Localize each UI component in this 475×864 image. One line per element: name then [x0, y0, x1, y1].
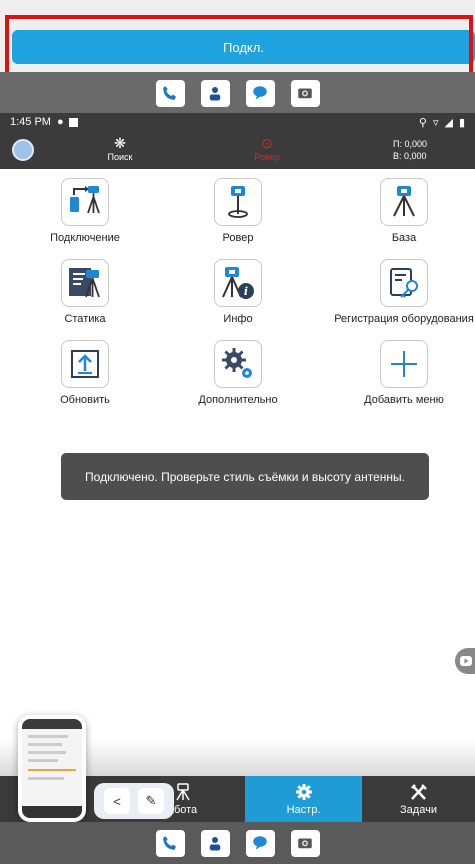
tile-label: Дополнительно	[198, 394, 278, 406]
status-time: 1:45 PM	[10, 116, 51, 128]
wifi-icon: ▿	[432, 116, 439, 129]
rover-icon	[214, 178, 262, 226]
contacts-icon[interactable]	[200, 829, 230, 857]
tile-label: Статика	[64, 313, 106, 325]
tools-icon	[410, 783, 427, 800]
toast-message: Подключено. Проверьте стиль съёмки и выс…	[61, 453, 429, 500]
nav-tasks[interactable]: Задачи	[362, 776, 475, 822]
svg-text:i: i	[244, 285, 248, 298]
status-bar: 1:45 PM ● ⚲ ▿ ◢ ▮	[0, 113, 475, 131]
camera-icon[interactable]	[290, 79, 320, 107]
connection-icon	[61, 178, 109, 226]
nav-tasks-label: Задачи	[400, 803, 437, 816]
precision-readout: П: 0,000 В: 0,000	[393, 138, 427, 162]
rover-status-label: Ровер	[254, 152, 280, 162]
base-icon	[380, 178, 428, 226]
battery-icon: ▮	[458, 116, 465, 129]
tile-rover[interactable]: Ровер	[168, 178, 308, 244]
tile-label: Ровер	[222, 232, 254, 244]
app-dock-top	[0, 72, 475, 114]
share-button[interactable]: <	[104, 788, 130, 814]
tile-update[interactable]: Обновить	[15, 340, 155, 406]
tile-add-menu[interactable]: Добавить меню	[334, 340, 474, 406]
tile-label: Добавить меню	[364, 394, 444, 406]
floating-side-handle[interactable]	[455, 648, 475, 674]
messages-icon[interactable]	[245, 829, 275, 857]
registration-icon	[380, 259, 428, 307]
nav-settings-label: Настр.	[286, 803, 321, 816]
tile-info[interactable]: i Инфо	[168, 259, 308, 325]
add-icon	[380, 340, 428, 388]
settings-more-icon	[214, 340, 262, 388]
share-icon: <	[113, 793, 121, 809]
tile-more[interactable]: Дополнительно	[168, 340, 308, 406]
tile-label: База	[391, 232, 417, 244]
info-icon: i	[214, 259, 262, 307]
screenshot-thumbnail[interactable]	[18, 715, 86, 822]
edit-button[interactable]: ✎	[138, 788, 164, 814]
screenshot-preview	[22, 719, 82, 818]
signal-icon: ◢	[444, 116, 453, 129]
survey-pole-icon	[175, 782, 190, 800]
target-icon: ⊙	[261, 135, 273, 151]
tile-connection[interactable]: Подключение	[15, 178, 155, 244]
phone-icon[interactable]	[155, 829, 185, 857]
app-dock-bottom	[0, 822, 475, 864]
search-button[interactable]: ❋ Поиск	[105, 135, 135, 162]
location-icon: ⚲	[418, 116, 427, 129]
square-notification-icon	[68, 117, 78, 127]
static-icon	[61, 259, 109, 307]
nav-settings[interactable]: Настр.	[245, 776, 362, 822]
tile-label: Инфо	[223, 313, 253, 325]
app-header: ❋ Поиск ⊙ Ровер П: 0,000 В: 0,000	[0, 131, 475, 169]
tile-label: Регистрация оборудования	[334, 313, 474, 325]
update-icon	[61, 340, 109, 388]
chat-notification-icon: ●	[56, 116, 64, 128]
camera-icon[interactable]	[290, 829, 320, 857]
tile-registration[interactable]: Регистрация оборудования	[334, 259, 474, 325]
rover-status-button[interactable]: ⊙ Ровер	[247, 135, 287, 162]
tile-label: Обновить	[60, 394, 110, 406]
tile-base[interactable]: База	[334, 178, 474, 244]
tile-static[interactable]: Статика	[15, 259, 155, 325]
tile-label: Подключение	[50, 232, 120, 244]
pencil-icon: ✎	[145, 793, 157, 808]
messages-icon[interactable]	[245, 79, 275, 107]
gear-icon	[295, 783, 312, 800]
phone-icon[interactable]	[155, 79, 185, 107]
play-icon	[460, 656, 472, 666]
contacts-icon[interactable]	[200, 79, 230, 107]
screenshot-tools: < ✎	[94, 783, 174, 819]
search-label: Поиск	[107, 152, 133, 162]
coord-vertical: В: 0,000	[393, 151, 427, 161]
search-satellite-icon: ❋	[114, 135, 126, 151]
avatar[interactable]	[12, 139, 34, 161]
coord-horizontal: П: 0,000	[393, 139, 427, 149]
